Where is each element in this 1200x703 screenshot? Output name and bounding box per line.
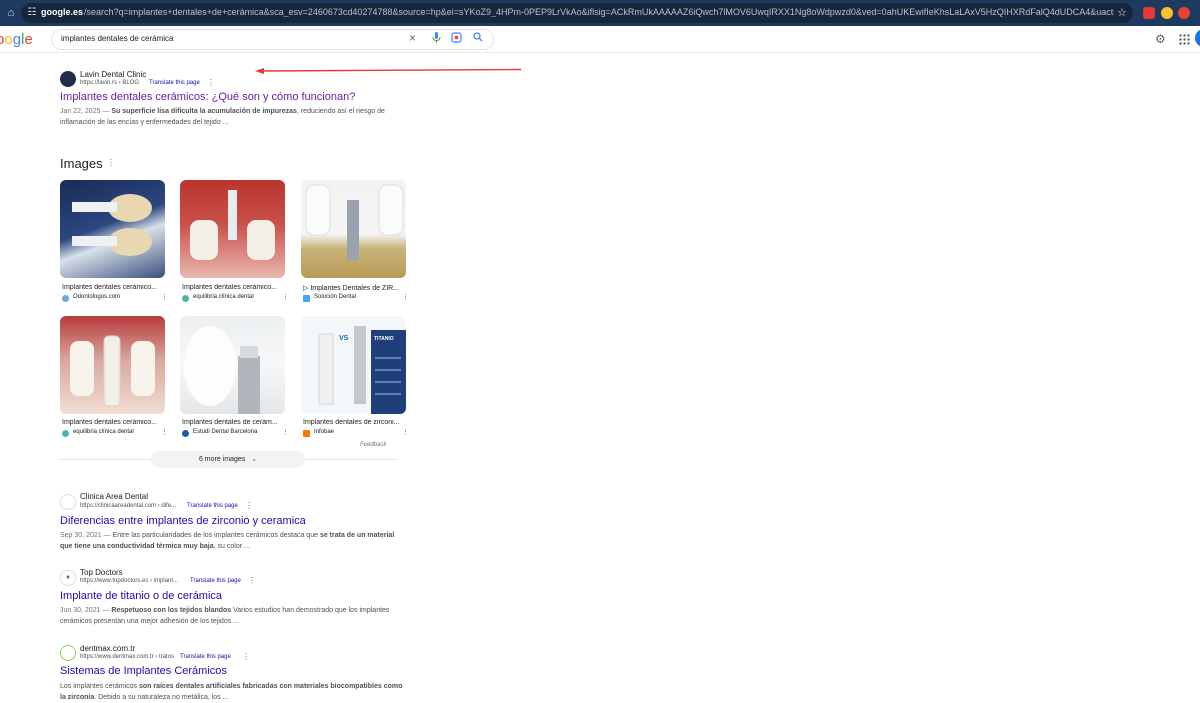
result-title-link[interactable]: Sistemas de Implantes Cerámicos bbox=[60, 665, 227, 677]
result-snippet: Sep 30, 2021 — Entre las particularidade… bbox=[60, 532, 395, 550]
account-avatar[interactable] bbox=[1195, 29, 1200, 47]
image-source: Solución Dental bbox=[314, 294, 357, 300]
more-options-icon[interactable]: ⋮ bbox=[242, 653, 250, 661]
apps-grid-icon[interactable] bbox=[1179, 32, 1190, 50]
image-source: equilibria clínica dental bbox=[73, 429, 134, 435]
more-options-icon[interactable]: ⋮ bbox=[245, 502, 253, 510]
home-icon[interactable]: ⌂ bbox=[3, 5, 19, 21]
site-favicon bbox=[60, 494, 76, 510]
images-more-icon[interactable]: ⋮ bbox=[107, 159, 115, 167]
vs-label: VS bbox=[339, 335, 349, 342]
url-domain: google.es bbox=[41, 7, 84, 17]
image-thumbnail[interactable] bbox=[180, 316, 285, 414]
lens-icon[interactable] bbox=[450, 32, 463, 45]
translate-link[interactable]: Translate this page bbox=[149, 80, 200, 86]
image-more-icon[interactable]: ⋮ bbox=[282, 428, 289, 436]
image-source: Infobae bbox=[314, 429, 335, 435]
result-cite[interactable]: https://www.dentmax.com.tr › tratos bbox=[80, 654, 174, 660]
more-images-label: 6 more images ⌄ bbox=[198, 456, 258, 463]
image-more-icon[interactable]: ⋮ bbox=[161, 293, 168, 301]
header-divider bbox=[0, 52, 1200, 53]
result-site-name: Clinica Area Dental bbox=[80, 492, 149, 501]
result-title-link[interactable]: Implante de titanio o de cerámica bbox=[60, 590, 222, 602]
bookmark-star-icon[interactable]: ☆ bbox=[1117, 6, 1127, 19]
image-caption[interactable]: Implantes dentales cerámico... bbox=[62, 419, 160, 426]
source-favicon bbox=[303, 430, 310, 437]
result-cite[interactable]: https://clinicaareadental.com › dife... bbox=[80, 503, 176, 509]
image-more-icon[interactable]: ⋮ bbox=[402, 293, 409, 301]
image-caption[interactable]: Implantes dentales cerámico... bbox=[62, 284, 160, 291]
url-path: /search?q=implantes+dentales+de+cerámica… bbox=[84, 7, 1114, 17]
result-cite[interactable]: https://lavin.rs › BLOG bbox=[80, 80, 139, 86]
result-site-name: Top Doctors bbox=[80, 568, 123, 577]
translate-link[interactable]: Translate this page bbox=[190, 578, 241, 584]
result-snippet: Jun 30, 2021 — Respetuoso con los tejido… bbox=[60, 607, 390, 625]
annotation-arrow bbox=[255, 68, 522, 74]
image-source: Estudi Dental Barcelona bbox=[193, 429, 258, 435]
extension-icon[interactable] bbox=[1161, 7, 1173, 19]
source-favicon bbox=[303, 295, 310, 302]
image-more-icon[interactable]: ⋮ bbox=[161, 428, 168, 436]
result-site-name: Lavin Dental Clinic bbox=[80, 70, 147, 79]
settings-gear-icon[interactable]: ⚙ bbox=[1155, 32, 1166, 46]
image-caption[interactable]: ▷ Implantes Dentales de ZIR... bbox=[303, 284, 401, 292]
translate-link[interactable]: Translate this page bbox=[187, 503, 238, 509]
image-more-icon[interactable]: ⋮ bbox=[402, 428, 409, 436]
extension-icon-2[interactable] bbox=[1178, 7, 1190, 19]
result-title-link[interactable]: Implantes dentales cerámicos: ¿Qué son y… bbox=[60, 91, 355, 103]
feedback-link[interactable]: Feedback bbox=[360, 442, 386, 448]
site-favicon: ♦ bbox=[60, 570, 76, 586]
source-favicon bbox=[182, 430, 189, 437]
image-caption[interactable]: Implantes dentales de zirconi... bbox=[303, 419, 401, 426]
google-logo[interactable]: oogle bbox=[0, 31, 33, 48]
image-thumbnail[interactable]: VS TITANIO bbox=[301, 316, 406, 414]
image-caption[interactable]: Implantes dentales de cerám... bbox=[182, 419, 280, 426]
image-source: equilibria clínica dental bbox=[193, 294, 254, 300]
image-more-icon[interactable]: ⋮ bbox=[282, 293, 289, 301]
more-options-icon[interactable]: ⋮ bbox=[248, 577, 256, 585]
source-favicon bbox=[62, 295, 69, 302]
site-info-icon[interactable]: ☷ bbox=[25, 6, 39, 20]
image-thumbnail[interactable] bbox=[60, 180, 165, 278]
browser-toolbar: ⌂ ☷ google.es /search?q=implantes+dental… bbox=[0, 0, 1200, 26]
result-title-link[interactable]: Diferencias entre implantes de zirconio … bbox=[60, 515, 306, 527]
extension-pdf-icon[interactable] bbox=[1143, 7, 1155, 19]
search-input[interactable]: implantes dentales de cerámica bbox=[61, 34, 174, 43]
image-thumbnail[interactable] bbox=[301, 180, 406, 278]
result-site-name: dentmax.com.tr bbox=[80, 644, 136, 653]
source-favicon bbox=[62, 430, 69, 437]
result-snippet: Jan 22, 2025 — Su superficie lisa dificu… bbox=[60, 108, 385, 126]
chevron-down-icon: ⌄ bbox=[251, 456, 258, 463]
image-thumbnail[interactable] bbox=[180, 180, 285, 278]
translate-link[interactable]: Translate this page bbox=[180, 654, 231, 660]
more-options-icon[interactable]: ⋮ bbox=[207, 79, 215, 87]
source-favicon bbox=[182, 295, 189, 302]
images-heading: Images bbox=[60, 156, 103, 171]
site-favicon bbox=[60, 645, 76, 661]
image-caption[interactable]: Implantes dentales cerámico... bbox=[182, 284, 280, 291]
site-favicon bbox=[60, 71, 76, 87]
mic-icon[interactable] bbox=[430, 32, 443, 45]
search-icon[interactable] bbox=[471, 32, 484, 45]
image-thumbnail[interactable] bbox=[60, 316, 165, 414]
clear-icon[interactable]: × bbox=[406, 32, 419, 45]
result-cite[interactable]: https://www.topdoctors.es › implant... bbox=[80, 578, 178, 584]
titanio-label: TITANIO bbox=[374, 336, 394, 342]
image-source: Odontologos.com bbox=[73, 294, 121, 300]
